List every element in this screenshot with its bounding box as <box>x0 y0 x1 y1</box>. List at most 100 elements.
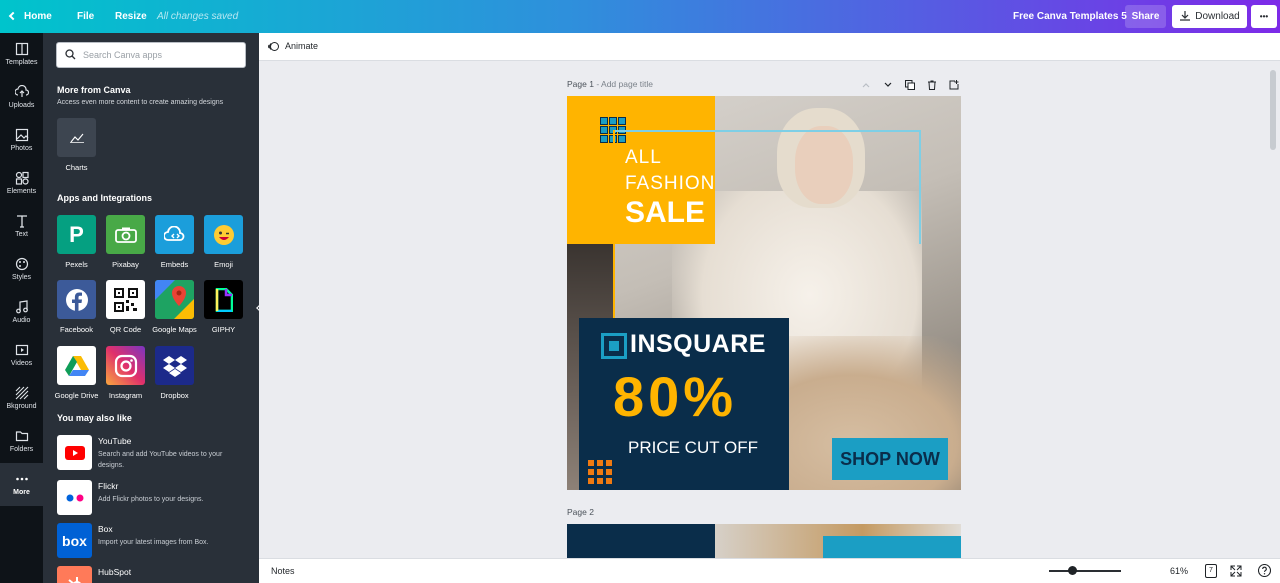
zoom-slider-knob[interactable] <box>1068 566 1078 575</box>
page2-teal-block <box>823 536 961 558</box>
headline-fashion[interactable]: FASHION <box>625 173 715 195</box>
more-options-button[interactable]: ••• <box>1251 5 1277 28</box>
animate-icon <box>268 42 279 51</box>
app-embeds[interactable]: Embeds <box>150 215 199 269</box>
google-maps-icon <box>155 280 194 319</box>
chart-icon <box>57 118 96 157</box>
save-status: All changes saved <box>157 11 239 22</box>
search-input[interactable]: Search Canva apps <box>56 42 246 68</box>
duplicate-icon[interactable] <box>905 80 915 90</box>
app-google-drive[interactable]: Google Drive <box>52 346 101 400</box>
notes-button[interactable]: Notes <box>271 566 295 576</box>
audio-icon <box>15 300 28 314</box>
page-1-label[interactable]: Page 1 - Add page title <box>567 79 653 89</box>
design-page-2[interactable] <box>567 524 961 558</box>
shop-now-button[interactable]: SHOP NOW <box>832 438 948 480</box>
instagram-icon <box>106 346 145 385</box>
like-item-box[interactable]: box Box Import your latest images from B… <box>57 523 247 563</box>
box-icon: box <box>57 523 92 558</box>
background-icon <box>15 386 28 400</box>
rail-uploads[interactable]: Uploads <box>0 76 43 119</box>
zoom-level[interactable]: 61% <box>1170 566 1188 576</box>
more-from-canva-subtitle: Access even more content to create amazi… <box>57 99 224 106</box>
page-2-label[interactable]: Page 2 <box>567 507 594 517</box>
app-emoji[interactable]: Emoji <box>199 215 248 269</box>
pexels-icon: P <box>57 215 96 254</box>
discount-subtitle[interactable]: PRICE CUT OFF <box>628 438 758 458</box>
apps-heading: Apps and Integrations <box>57 193 153 203</box>
page-count-button[interactable]: 7 <box>1205 564 1217 578</box>
download-icon <box>1180 11 1190 21</box>
frame-line-left <box>613 130 615 322</box>
embeds-icon <box>155 215 194 254</box>
uploads-icon <box>14 85 29 97</box>
rail-photos[interactable]: Photos <box>0 119 43 162</box>
text-icon <box>16 215 27 228</box>
app-pixabay[interactable]: Pixabay <box>101 215 150 269</box>
trash-icon[interactable] <box>927 80 937 90</box>
chevron-down-icon[interactable] <box>883 80 893 90</box>
page-controls <box>859 78 963 92</box>
more-from-canva-heading: More from Canva <box>57 85 131 95</box>
design-canvas: Page 1 - Add page title ALL FASHION SALE… <box>259 62 1280 558</box>
chevron-up-icon[interactable] <box>861 80 871 90</box>
rail-audio[interactable]: Audio <box>0 291 43 334</box>
photos-icon <box>15 128 28 142</box>
fullscreen-icon[interactable] <box>1230 565 1242 577</box>
canvas-scrollbar[interactable] <box>1270 70 1276 150</box>
page2-navy-block <box>567 524 715 558</box>
discount-value[interactable]: 80% <box>613 364 737 429</box>
app-qr-code[interactable]: QR Code <box>101 280 150 334</box>
download-button[interactable]: Download <box>1172 5 1247 28</box>
orange-grid-icon <box>588 460 612 484</box>
rail-text[interactable]: Text <box>0 205 43 248</box>
editor-toolbar: Animate <box>259 33 1280 61</box>
emoji-icon <box>204 215 243 254</box>
chevron-left-icon <box>8 11 18 21</box>
pixabay-icon <box>106 215 145 254</box>
like-item-youtube[interactable]: YouTube Search and add YouTube videos to… <box>57 435 247 475</box>
styles-icon <box>15 257 28 271</box>
rail-background[interactable]: Bkground <box>0 377 43 420</box>
design-page-1[interactable]: ALL FASHION SALE INSQUARE 80% PRICE CUT … <box>567 96 961 490</box>
app-dropbox[interactable]: Dropbox <box>150 346 199 400</box>
videos-icon <box>15 344 28 356</box>
hubspot-icon <box>57 566 92 583</box>
share-button[interactable]: Share <box>1125 5 1166 28</box>
home-button[interactable]: Home <box>8 0 52 33</box>
qr-code-icon <box>106 280 145 319</box>
app-pexels[interactable]: P Pexels <box>52 215 101 269</box>
add-page-icon[interactable] <box>949 80 959 90</box>
app-instagram[interactable]: Instagram <box>101 346 150 400</box>
rail-elements[interactable]: Elements <box>0 162 43 205</box>
apps-panel: Search Canva apps More from Canva Access… <box>43 33 259 583</box>
app-facebook[interactable]: Facebook <box>52 280 101 334</box>
rail-videos[interactable]: Videos <box>0 334 43 377</box>
headline-all[interactable]: ALL <box>625 147 662 169</box>
design-title[interactable]: Free Canva Templates 5 <box>1013 0 1127 33</box>
file-menu[interactable]: File <box>77 0 94 33</box>
rail-templates[interactable]: Templates <box>0 33 43 76</box>
folders-icon <box>15 431 28 442</box>
brand-name[interactable]: INSQUARE <box>630 330 766 359</box>
resize-menu[interactable]: Resize <box>115 0 147 33</box>
zoom-slider[interactable] <box>1049 566 1121 575</box>
like-item-flickr[interactable]: Flickr Add Flickr photos to your designs… <box>57 480 247 520</box>
help-icon[interactable] <box>1258 564 1271 577</box>
app-google-maps[interactable]: Google Maps <box>150 280 199 334</box>
like-item-hubspot[interactable]: HubSpot <box>57 566 247 583</box>
top-bar: Home File Resize All changes saved Free … <box>0 0 1280 33</box>
app-giphy[interactable]: GIPHY <box>199 280 248 334</box>
rail-more[interactable]: More <box>0 463 43 506</box>
app-charts[interactable]: Charts <box>52 118 101 172</box>
more-icon <box>15 477 28 481</box>
elements-icon <box>15 171 29 185</box>
google-drive-icon <box>57 346 96 385</box>
side-rail: Templates Uploads Photos Elements Text S… <box>0 33 43 583</box>
youtube-icon <box>57 435 92 470</box>
templates-icon <box>15 42 28 56</box>
headline-sale[interactable]: SALE <box>625 196 705 230</box>
rail-styles[interactable]: Styles <box>0 248 43 291</box>
search-icon <box>65 49 76 60</box>
rail-folders[interactable]: Folders <box>0 420 43 463</box>
